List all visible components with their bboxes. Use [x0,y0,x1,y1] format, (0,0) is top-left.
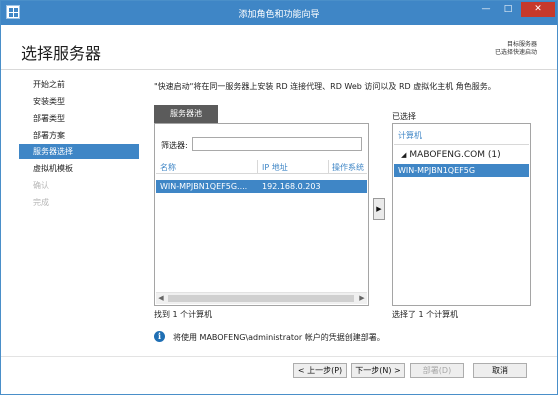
maximize-button[interactable]: □ [497,2,519,17]
deploy-button: 部署(D) [410,363,464,378]
footer-divider [1,356,557,357]
column-ip-address[interactable]: IP 地址 [262,162,288,173]
info-text: 将使用 MABOFENG\administrator 帐户的凭据创建部署。 [173,333,385,342]
horizontal-scrollbar[interactable]: ◀ ▶ [156,292,367,304]
title-bar: 添加角色和功能向导 — □ ✕ [1,1,557,25]
filter-label: 筛选器: [161,141,188,150]
page-description: "快速启动"将在同一服务器上安装 RD 连接代理、RD Web 访问以及 RD … [154,82,496,91]
nav-item-installation-type[interactable]: 安装类型 [19,94,139,109]
selected-count: 选择了 1 个计算机 [392,310,459,319]
header-divider [1,69,557,70]
cancel-button[interactable]: 取消 [473,363,527,378]
tab-server-pool[interactable]: 服务器池 [154,105,218,123]
scroll-left-icon[interactable]: ◀ [156,293,166,304]
server-name-cell: WIN-MPJBN1QEF5G.... [160,182,248,191]
target-server-info: 目标服务器 已选择快速启动 [495,41,537,57]
list-item[interactable]: WIN-MPJBN1QEF5G [394,164,529,177]
add-server-button[interactable]: ▶ [373,198,385,220]
server-ip-cell: 192.168.0.203 [262,182,321,191]
domain-group-label: MABOFENG.COM (1) [409,150,501,160]
nav-item-confirmation: 确认 [33,181,49,190]
server-pool-panel: 筛选器: 名称 IP 地址 操作系统 WIN-MPJBN1QEF5G.... 1… [154,123,369,306]
nav-item-deployment-scenario[interactable]: 部署方案 [19,128,139,143]
info-icon: i [154,331,165,342]
nav-item-server-selection[interactable]: 服务器选择 [19,144,139,159]
selected-title: 已选择 [392,112,416,121]
window-title: 添加角色和功能向导 [238,10,320,20]
target-server-label: 目标服务器 [506,41,537,48]
nav-item-completion: 完成 [33,198,49,207]
wizard-header: 选择服务器 目标服务器 已选择快速启动 [1,25,557,69]
close-button[interactable]: ✕ [521,2,555,17]
selected-servers-panel: 计算机 ◢ MABOFENG.COM (1) WIN-MPJBN1QEF5G [392,123,531,306]
found-count: 找到 1 个计算机 [154,310,213,319]
nav-item-before-you-begin[interactable]: 开始之前 [19,77,139,92]
expand-arrow-icon[interactable]: ◢ [401,151,406,159]
scroll-right-icon[interactable]: ▶ [357,293,367,304]
next-button[interactable]: 下一步(N) > [351,363,405,378]
domain-group[interactable]: ◢ MABOFENG.COM (1) [401,150,501,160]
filter-input[interactable] [192,137,362,151]
column-operating-system[interactable]: 操作系统 [332,162,364,173]
wizard-window: 添加角色和功能向导 — □ ✕ 选择服务器 目标服务器 已选择快速启动 开始之前… [0,0,558,395]
column-computer: 计算机 [398,131,422,140]
target-server-value: 已选择快速启动 [494,49,537,56]
minimize-button[interactable]: — [475,2,497,17]
column-name[interactable]: 名称 [160,162,176,173]
nav-item-deployment-type[interactable]: 部署类型 [19,111,139,126]
scroll-thumb[interactable] [168,295,354,302]
page-title: 选择服务器 [21,44,102,63]
server-grid-header: 名称 IP 地址 操作系统 [156,160,367,174]
previous-button[interactable]: < 上一步(P) [293,363,347,378]
table-row[interactable]: WIN-MPJBN1QEF5G.... 192.168.0.203 [156,180,367,193]
nav-item-vm-template[interactable]: 虚拟机模板 [19,161,139,176]
